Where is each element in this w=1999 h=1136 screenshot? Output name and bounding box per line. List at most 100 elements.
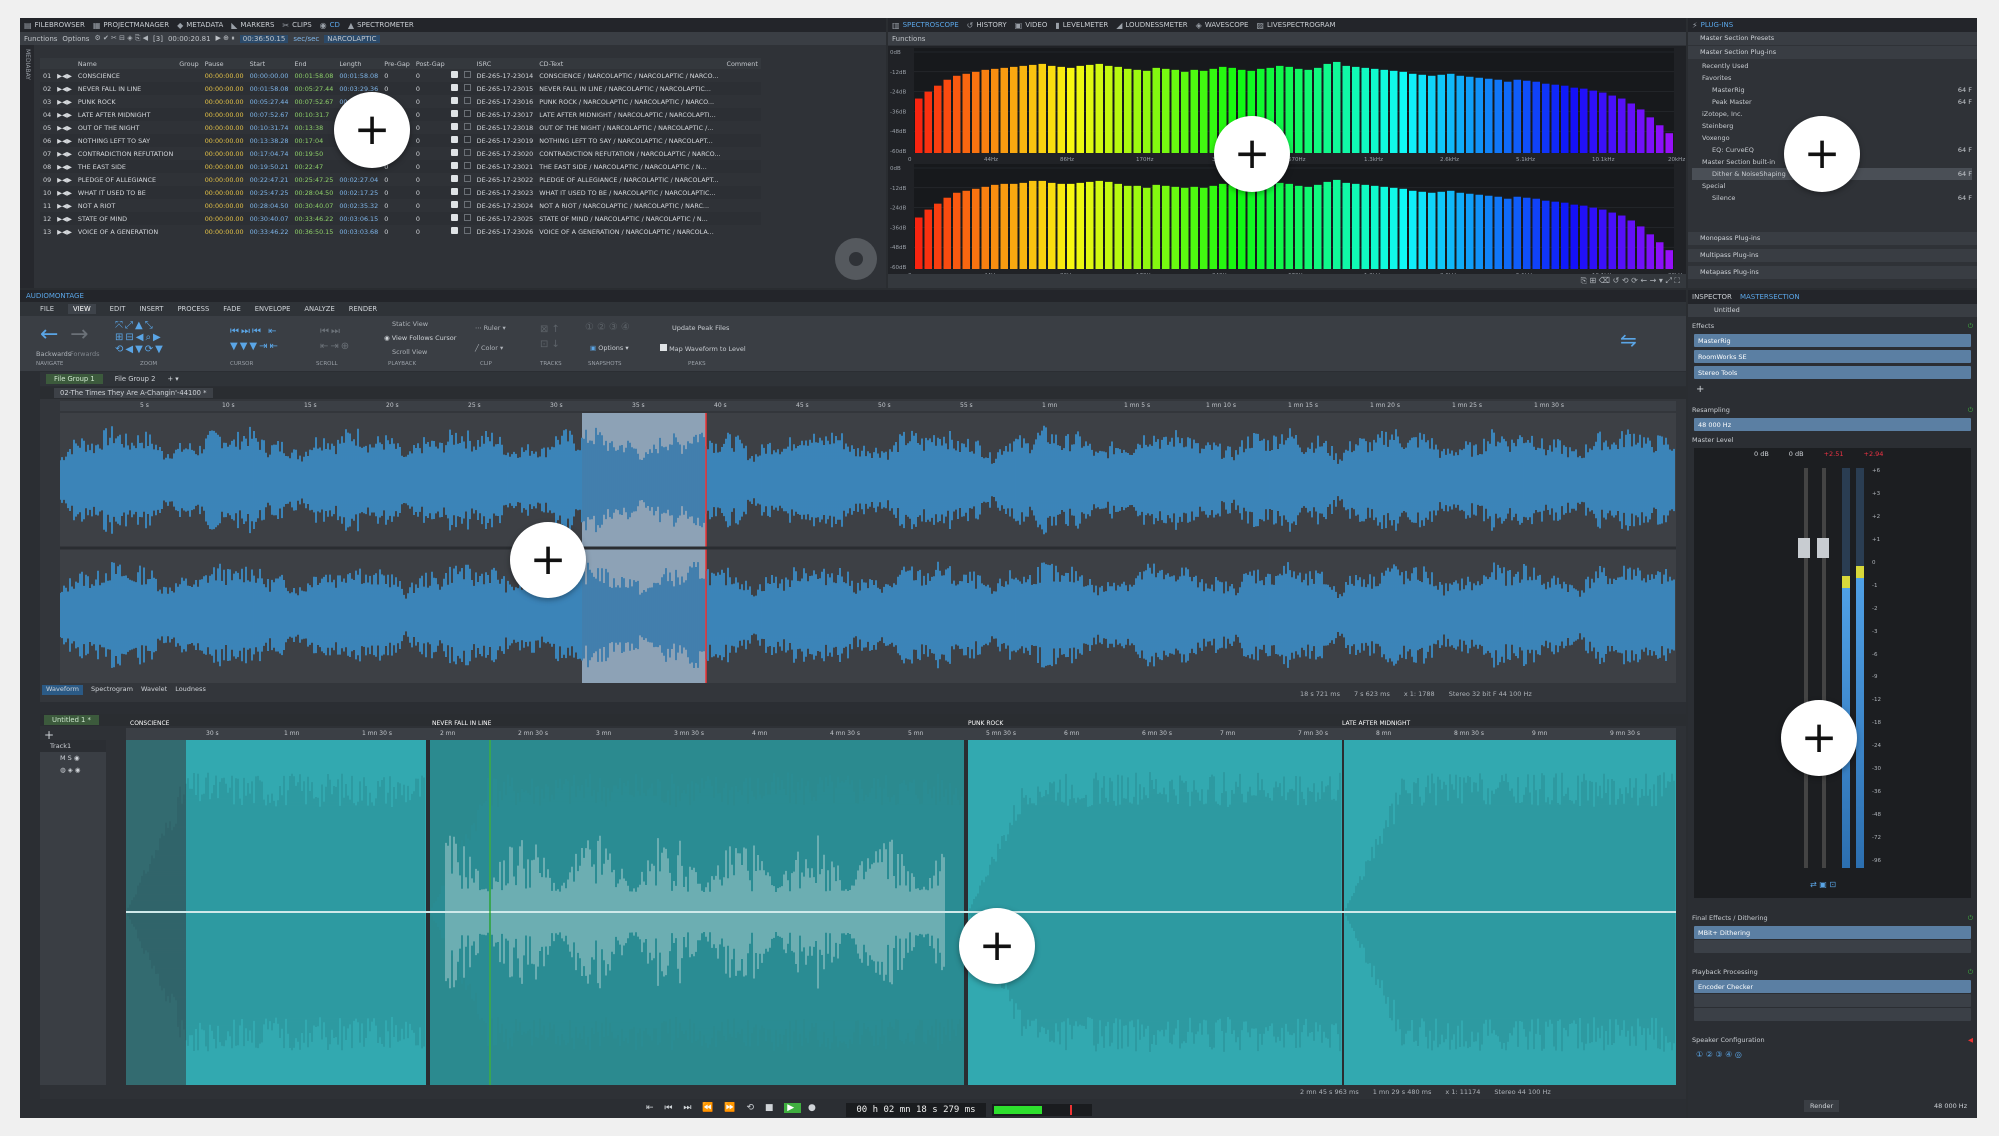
col-header[interactable]: Length	[336, 58, 382, 69]
meter-link-icons[interactable]: ⇄ ▣ ⊡	[1810, 880, 1836, 889]
cell-group[interactable]	[176, 134, 202, 147]
final-power-icon[interactable]: ⏻	[1968, 914, 1973, 923]
cell-post[interactable]: 0	[412, 160, 448, 173]
ribbon-tab-render[interactable]: RENDER	[349, 305, 377, 313]
checkbox[interactable]	[448, 199, 461, 212]
add-effect-icon[interactable]: +	[1696, 384, 1704, 395]
cell-end[interactable]: 00:28:04.50	[291, 186, 337, 199]
checkbox[interactable]	[460, 186, 474, 199]
play-track-icon[interactable]: ▶◀▶	[54, 134, 75, 147]
cell-pre[interactable]: 0	[381, 82, 413, 95]
back-arrow-icon[interactable]: ←	[40, 322, 58, 347]
cell-pre[interactable]: 0	[381, 225, 413, 238]
plugin-pass-item[interactable]: Metapass Plug-ins	[1688, 266, 1977, 279]
table-row[interactable]: 02 ▶◀▶ NEVER FALL IN LINE 00:00:00.00 00:01:…	[40, 82, 761, 95]
cell-name[interactable]: VOICE OF A GENERATION	[75, 225, 176, 238]
cell-group[interactable]	[176, 108, 202, 121]
cell-end[interactable]: 00:01:58.08	[291, 69, 336, 82]
cell-group[interactable]	[176, 186, 202, 199]
cell-cdtext[interactable]: WHAT IT USED TO BE / NARCOLAPTIC / NARCO…	[536, 186, 724, 199]
cell-comment[interactable]	[723, 108, 761, 121]
cell-isrc[interactable]: DE-265-17-23019	[473, 134, 537, 147]
cell-comment[interactable]	[724, 147, 761, 160]
cell-name[interactable]: THE EAST SIDE	[74, 160, 177, 173]
cell-group[interactable]	[176, 82, 202, 95]
tab-markers[interactable]: ◣ MARKERS	[231, 21, 274, 30]
cell-isrc[interactable]: DE-265-17-23024	[474, 199, 537, 212]
zoom-icons[interactable]: ⤧⤢▲⤡ ⊞⊟◀⌕▶ ⟲◀▼⟳▼	[115, 320, 215, 356]
col-header[interactable]: Comment	[723, 58, 761, 69]
view-tab-wavelet[interactable]: Wavelet	[141, 685, 167, 695]
cell-pre[interactable]: 0	[381, 212, 413, 225]
cell-pause[interactable]: 00:00:00.00	[202, 173, 247, 186]
view-tab-waveform[interactable]: Waveform	[42, 685, 83, 695]
cell-post[interactable]: 0	[413, 199, 448, 212]
checkbox[interactable]	[447, 160, 461, 173]
cell-start[interactable]: 00:28:04.50	[247, 199, 292, 212]
tab-clips[interactable]: ✂ CLIPS	[282, 21, 311, 30]
playback-header[interactable]: Playback Processing ⏻	[1692, 966, 1973, 978]
cell-isrc[interactable]: DE-265-17-23023	[473, 186, 537, 199]
cell-pause[interactable]: 00:00:00.00	[202, 69, 247, 82]
cell-end[interactable]: 00:17:04	[291, 134, 337, 147]
cell-pause[interactable]: 00:00:00.00	[202, 147, 247, 160]
checkbox[interactable]	[448, 95, 461, 108]
cell-post[interactable]: 0	[412, 108, 448, 121]
col-header[interactable]: Name	[74, 58, 177, 69]
effects-section-header[interactable]: Effects ⏻	[1692, 320, 1973, 332]
cell-end[interactable]: 00:22:47	[291, 160, 337, 173]
checkbox[interactable]	[461, 199, 474, 212]
cell-start[interactable]: 00:30:40.07	[246, 212, 292, 225]
functions-menu[interactable]: Functions	[24, 35, 57, 43]
cell-name[interactable]: OUT OF THE NIGHT	[75, 121, 176, 134]
col-header[interactable]: Pre-Gap	[381, 58, 413, 69]
checkbox[interactable]	[447, 82, 461, 95]
cell-pre[interactable]: 0	[381, 186, 413, 199]
play-track-icon[interactable]: ▶◀▶	[54, 147, 75, 160]
ribbon-tab-insert[interactable]: INSERT	[139, 305, 163, 313]
cell-post[interactable]: 0	[413, 147, 448, 160]
clip-marker-label[interactable]: LATE AFTER MIDNIGHT	[1342, 720, 1410, 727]
checkbox[interactable]	[460, 134, 474, 147]
table-row[interactable]: 13 ▶◀▶ VOICE OF A GENERATION 00:00:00.00 00:…	[40, 225, 761, 238]
cell-start[interactable]: 00:10:31.74	[247, 121, 292, 134]
cell-pause[interactable]: 00:00:00.00	[201, 108, 247, 121]
cell-name[interactable]: CONTRADICTION REFUTATION	[75, 147, 176, 160]
cell-comment[interactable]	[724, 199, 761, 212]
tab-projectmanager[interactable]: ▦ PROJECTMANAGER	[93, 21, 169, 30]
cell-cdtext[interactable]: LATE AFTER MIDNIGHT / NARCOLAPTIC / NARC…	[536, 108, 724, 121]
spectro-functions-menu[interactable]: Functions	[892, 35, 925, 43]
cell-post[interactable]: 0	[412, 82, 448, 95]
cell-name[interactable]: STATE OF MIND	[74, 212, 177, 225]
file-group-2-tab[interactable]: File Group 2	[115, 375, 156, 383]
cell-pre[interactable]: 0	[381, 69, 413, 82]
checkbox[interactable]	[448, 147, 461, 160]
plugin-tree-item[interactable]: Peak Master 64 F	[1692, 96, 1972, 108]
tab-spectrometer[interactable]: ▲ SPECTROMETER	[348, 21, 414, 30]
checkbox[interactable]	[447, 134, 461, 147]
checkbox[interactable]	[448, 173, 461, 186]
tab-video[interactable]: ▣ VIDEO	[1015, 21, 1048, 30]
cursor-icons[interactable]: ⏮⏭⏮ ⇤ ▼▼▼⇥⇤	[230, 324, 280, 354]
cell-isrc[interactable]: DE-265-17-23016	[474, 95, 537, 108]
waveform-display[interactable]	[60, 413, 1676, 683]
cell-start[interactable]: 00:17:04.74	[247, 147, 292, 160]
play-icon[interactable]: ▶ ⊕ ⏸	[216, 34, 235, 43]
cell-len[interactable]: 00:02:17.25	[336, 186, 382, 199]
fader-track-right[interactable]	[1822, 468, 1826, 868]
plus-marker-wave[interactable]: +	[510, 522, 586, 598]
cell-isrc[interactable]: DE-265-17-23015	[473, 82, 537, 95]
cell-isrc[interactable]: DE-265-17-23017	[473, 108, 537, 121]
checkbox[interactable]	[460, 108, 474, 121]
cell-end[interactable]: 00:19:50	[291, 147, 336, 160]
play-track-icon[interactable]: ▶◀▶	[54, 108, 75, 121]
cell-len[interactable]: 00:03:03.68	[336, 225, 381, 238]
ribbon-tab-process[interactable]: PROCESS	[177, 305, 209, 313]
scroll-icons[interactable]: ⏮⏭ ⇤⇥⊕	[320, 324, 351, 354]
checkbox[interactable]	[461, 69, 474, 82]
cell-isrc[interactable]: DE-265-17-23014	[474, 69, 537, 82]
table-row[interactable]: 01 ▶◀▶ CONSCIENCE 00:00:00.00 00:00:00.00 00:…	[40, 69, 761, 82]
cell-end[interactable]: 00:05:27.44	[291, 82, 337, 95]
resample-strip[interactable]: 48 000 Hz	[1694, 418, 1971, 431]
cell-post[interactable]: 0	[412, 134, 448, 147]
